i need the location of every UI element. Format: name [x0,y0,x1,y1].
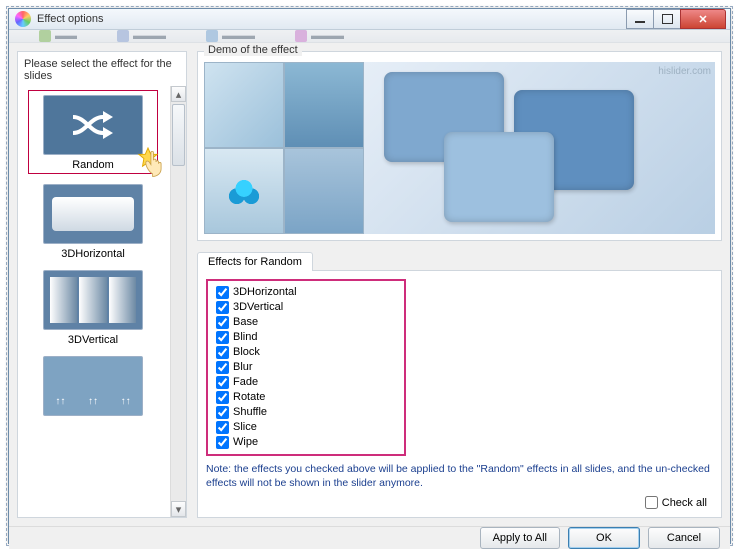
effect-tile-3dvertical[interactable]: 3DVertical [28,270,158,346]
effect-checkbox[interactable] [216,421,229,434]
toolbar-item: ▬▬▬ [206,30,255,42]
dialog-footer: Apply to All OK Cancel [9,526,730,549]
check-all-row: Check all [206,496,713,509]
effect-check-row: Fade [216,375,396,390]
effect-check-label: Blind [233,330,257,345]
effect-checkbox[interactable] [216,316,229,329]
demo-puzzle: hislider.com [364,62,715,234]
maximize-button[interactable] [653,9,681,29]
effect-check-label: 3DHorizontal [233,285,297,300]
minimize-button[interactable] [626,9,654,29]
shuffle-arrows-icon [68,105,118,145]
effect-check-label: Wipe [233,435,258,450]
effect-tile-random[interactable]: Random [28,90,158,174]
effect-label: 3DHorizontal [28,248,158,260]
effect-check-label: 3DVertical [233,300,283,315]
butterfly-icon [204,148,284,234]
effect-checkbox[interactable] [216,286,229,299]
check-all-checkbox[interactable] [645,496,658,509]
effect-label: 3DVertical [28,334,158,346]
demo-area: hislider.com [204,62,715,234]
effects-tab-container: Effects for Random 3DHorizontal3DVertica… [197,245,722,518]
effect-check-label: Fade [233,375,258,390]
effect-check-row: Rotate [216,390,396,405]
effect-thumb-3dh [43,184,143,244]
effect-check-row: Blind [216,330,396,345]
effects-list: Random 3DHorizontal 3DVertical [18,86,170,517]
window-controls: ✕ [627,9,726,29]
effect-check-row: Wipe [216,435,396,450]
effect-tile-3dhorizontal[interactable]: 3DHorizontal [28,184,158,260]
effect-check-label: Rotate [233,390,265,405]
effect-thumb-random [43,95,143,155]
effect-checkbox[interactable] [216,406,229,419]
effects-list-panel: Please select the effect for the slides … [17,51,187,518]
effect-checkbox[interactable] [216,361,229,374]
effect-checkbox[interactable] [216,331,229,344]
effect-check-row: 3DVertical [216,300,396,315]
ok-button[interactable]: OK [568,527,640,549]
effects-list-header: Please select the effect for the slides [18,52,186,86]
close-button[interactable]: ✕ [680,9,726,29]
toolbar-item: ▬▬▬ [295,30,344,42]
effect-check-row: 3DHorizontal [216,285,396,300]
demo-watermark: hislider.com [658,66,711,77]
effect-checkbox[interactable] [216,301,229,314]
effect-checkbox[interactable] [216,346,229,359]
toolbar-item: ▬▬ [39,30,77,42]
demo-group: Demo of the effect hislider.com [197,51,722,241]
scroll-track[interactable] [171,102,186,501]
puzzle-piece-icon [444,132,554,222]
demo-left-grid [204,62,364,234]
effect-check-row: Blur [216,360,396,375]
app-icon [15,11,31,27]
check-all-label: Check all [662,497,707,509]
effect-checkbox[interactable] [216,376,229,389]
effects-note: Note: the effects you checked above will… [206,462,713,490]
window-title: Effect options [37,13,627,25]
effects-scrollbar[interactable]: ▴ ▾ [170,86,186,517]
effects-tab-body: 3DHorizontal3DVerticalBaseBlindBlockBlur… [197,270,722,518]
scroll-up-button[interactable]: ▴ [171,86,186,102]
effect-thumb-3dv [43,270,143,330]
effect-check-row: Block [216,345,396,360]
pointer-hand-icon [139,145,170,179]
effect-check-label: Shuffle [233,405,267,420]
apply-to-all-button[interactable]: Apply to All [480,527,560,549]
effect-check-label: Slice [233,420,257,435]
scroll-thumb[interactable] [172,104,185,166]
effect-check-row: Shuffle [216,405,396,420]
cancel-button[interactable]: Cancel [648,527,720,549]
toolbar-item: ▬▬▬ [117,30,166,42]
dialog-window: Effect options ✕ ▬▬ ▬▬▬ ▬▬▬ ▬▬▬ Please s… [8,8,731,544]
right-panel: Demo of the effect hislider.com Effects [197,51,722,518]
dialog-body: Please select the effect for the slides … [9,43,730,526]
effect-tile-base[interactable]: ↑↑↑↑↑↑ [28,356,158,416]
effect-checkbox[interactable] [216,436,229,449]
effect-check-label: Base [233,315,258,330]
demo-group-title: Demo of the effect [204,44,302,56]
tab-effects-random[interactable]: Effects for Random [197,252,313,271]
effect-thumb-base: ↑↑↑↑↑↑ [43,356,143,416]
effect-check-label: Block [233,345,260,360]
titlebar: Effect options ✕ [9,9,730,30]
effects-checklist: 3DHorizontal3DVerticalBaseBlindBlockBlur… [206,279,406,456]
effect-check-row: Slice [216,420,396,435]
scroll-down-button[interactable]: ▾ [171,501,186,517]
effect-check-label: Blur [233,360,253,375]
background-toolbar: ▬▬ ▬▬▬ ▬▬▬ ▬▬▬ [9,30,730,43]
effect-checkbox[interactable] [216,391,229,404]
effect-check-row: Base [216,315,396,330]
